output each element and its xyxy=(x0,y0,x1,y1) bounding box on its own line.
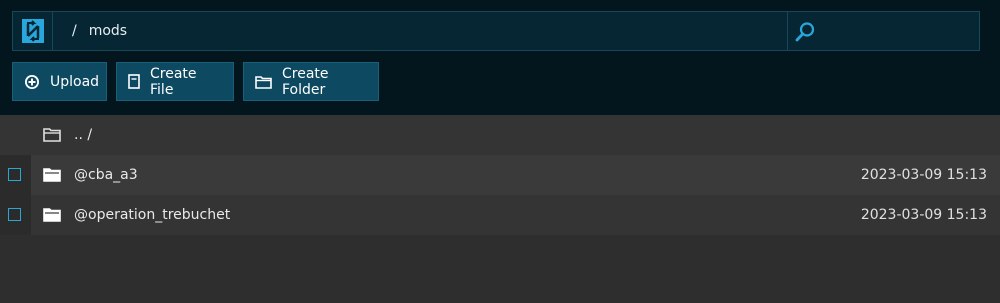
search-icon[interactable] xyxy=(794,21,816,43)
folder-icon xyxy=(255,75,272,89)
create-folder-label: Create Folder xyxy=(282,65,329,98)
table-row[interactable]: @cba_a3 2023-03-09 15:13 xyxy=(0,155,1000,195)
create-file-label: Create File xyxy=(150,65,197,98)
upload-label: Upload xyxy=(50,73,100,90)
upload-button[interactable]: Upload xyxy=(12,62,107,101)
top-toolbar: / mods Upload Create File Create Folder xyxy=(0,0,1000,115)
create-file-button[interactable]: Create File xyxy=(116,62,234,101)
table-row[interactable]: @operation_trebuchet 2023-03-09 15:13 xyxy=(0,195,1000,235)
folder-icon xyxy=(43,208,61,222)
search-input[interactable] xyxy=(787,12,979,50)
row-checkbox[interactable] xyxy=(8,208,21,221)
folder-icon xyxy=(43,168,61,182)
parent-folder-name[interactable]: .. / xyxy=(74,115,92,155)
breadcrumb[interactable]: / mods xyxy=(72,12,127,50)
path-bar: / mods xyxy=(12,11,980,51)
row-checkbox[interactable] xyxy=(8,168,21,181)
folder-icon xyxy=(43,128,61,142)
logo-icon[interactable] xyxy=(13,12,53,50)
folder-name[interactable]: @operation_trebuchet xyxy=(74,195,230,235)
file-list: .. / @cba_a3 2023-03-09 15:13 @operation… xyxy=(0,115,1000,235)
folder-name[interactable]: @cba_a3 xyxy=(74,155,138,195)
breadcrumb-current-folder[interactable]: mods xyxy=(89,23,127,39)
modified-date: 2023-03-09 15:13 xyxy=(860,207,987,223)
file-icon xyxy=(128,74,140,89)
plus-circle-icon xyxy=(25,74,39,89)
modified-date: 2023-03-09 15:13 xyxy=(860,167,987,183)
create-folder-button[interactable]: Create Folder xyxy=(243,62,379,101)
parent-folder-row[interactable]: .. / xyxy=(0,115,1000,155)
breadcrumb-separator: / xyxy=(72,23,77,39)
